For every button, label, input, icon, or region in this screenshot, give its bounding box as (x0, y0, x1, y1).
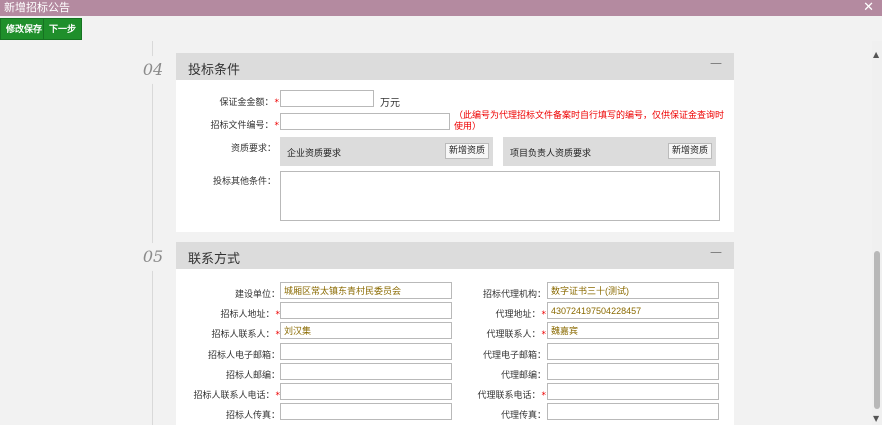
add-company-qualification-button[interactable]: 新增资质 (444, 143, 489, 159)
pm-qualification-label: 项目负责人资质要求 (510, 149, 592, 159)
agent-field-input[interactable] (547, 302, 719, 320)
panel-header: 联系方式 — (176, 242, 734, 269)
deposit-unit: 万元 (380, 98, 400, 109)
form-content: 04 投标条件 — 保证金金额：* 万元 招标文件编号：* （此编号为代理招标文… (0, 41, 872, 425)
next-step-button[interactable]: 下一步 (43, 18, 83, 40)
scrollbar-thumb[interactable] (874, 251, 880, 409)
company-qualification-box: 企业资质要求 新增资质 (280, 137, 493, 166)
other-conditions-label: 投标其他条件： (212, 177, 276, 187)
agent-field-label: 代理电子邮箱： (482, 350, 546, 361)
toolbar: 修改保存 下一步 (0, 16, 882, 41)
agent-field-input[interactable] (547, 383, 719, 400)
agent-field-label: 代理联系电话：* (477, 391, 546, 401)
agent-field-input[interactable] (547, 362, 719, 380)
pm-qualification-box: 项目负责人资质要求 新增资质 (503, 137, 716, 166)
agent-field-label: 代理邮编： (500, 370, 546, 381)
deposit-input[interactable] (280, 90, 374, 107)
bid-conditions-panel: 投标条件 — 保证金金额：* 万元 招标文件编号：* （此编号为代理招标文件备案… (176, 53, 734, 232)
section-title: 投标条件 (188, 63, 241, 78)
step-number-04: 04 (139, 56, 167, 84)
other-conditions-textarea[interactable] (280, 171, 720, 221)
contact-info-panel: 联系方式 — 建设单位：招标人地址：*招标人联系人：*招标人电子邮箱：招标人邮编… (176, 242, 734, 425)
company-qualification-label: 企业资质要求 (287, 149, 342, 159)
agent-field-input[interactable] (547, 322, 719, 340)
add-pm-qualification-button[interactable]: 新增资质 (667, 143, 712, 159)
section-title: 联系方式 (188, 252, 241, 267)
window-titlebar: 新增招标公告 ✕ (0, 0, 882, 16)
agent-field-input[interactable] (547, 403, 719, 421)
file-no-label: 招标文件编号：* (210, 121, 279, 131)
collapse-icon[interactable]: — (710, 245, 722, 259)
agent-field-label: 招标代理机构： (482, 290, 546, 300)
panel-header: 投标条件 — (176, 53, 734, 80)
deposit-label: 保证金金额：* (219, 98, 279, 108)
save-button[interactable]: 修改保存 (0, 18, 49, 40)
collapse-icon[interactable]: — (710, 56, 722, 70)
agent-field-label: 代理联系人：* (486, 330, 546, 341)
scroll-up-icon[interactable]: ▲ (873, 50, 879, 59)
qualification-label: 资质要求： (230, 144, 276, 154)
agent-field-input[interactable] (547, 282, 719, 299)
vertical-scrollbar[interactable]: ▲ ▼ (872, 41, 882, 425)
agent-field-label: 代理传真： (500, 411, 546, 422)
close-icon[interactable]: ✕ (863, 0, 874, 15)
step-number-05: 05 (139, 243, 167, 271)
timeline-line (152, 41, 153, 425)
agent-field-input[interactable] (547, 342, 719, 360)
scroll-down-icon[interactable]: ▼ (873, 414, 879, 423)
window-title: 新增招标公告 (4, 1, 70, 14)
file-no-input[interactable] (280, 113, 450, 130)
file-no-note: （此编号为代理招标文件备案时自行填写的编号，仅供保证金查询时使用） (454, 111, 725, 132)
agent-field-label: 代理地址：* (495, 310, 546, 321)
